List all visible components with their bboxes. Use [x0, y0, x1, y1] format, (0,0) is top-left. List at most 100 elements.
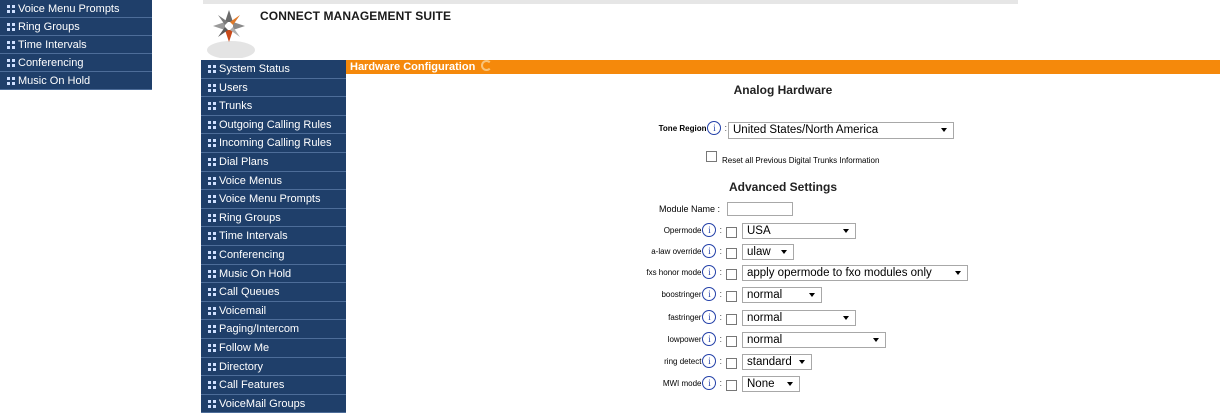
info-icon[interactable]: i [702, 244, 717, 258]
lowpower-checkbox[interactable] [726, 336, 737, 347]
reset-digital-trunks-checkbox[interactable] [706, 151, 717, 162]
fragment-item-label: Music On Hold [18, 75, 91, 87]
sidebar-item-label: Outgoing Calling Rules [219, 118, 332, 131]
grid-icon [7, 41, 15, 49]
brand-title: CONNECT MANAGEMENT SUITE [260, 9, 452, 23]
sidebar-item-music-on-hold[interactable]: Music On Hold [201, 264, 346, 284]
opermode-checkbox[interactable] [726, 227, 737, 238]
sidebar-item-system-status[interactable]: System Status [201, 60, 346, 79]
sidebar-item-conferencing[interactable]: Conferencing [201, 245, 346, 265]
grid-icon [208, 288, 216, 297]
colon: : [719, 311, 722, 322]
opermode-value: USA [747, 225, 771, 237]
sidebar-item-label: Music On Hold [219, 267, 292, 280]
sidebar-item-voicemail-groups[interactable]: VoiceMail Groups [201, 394, 346, 413]
fragment-item-ring-groups[interactable]: Ring Groups [0, 18, 152, 36]
sidebar-item-label: Ring Groups [219, 211, 281, 224]
sidebar-item-users[interactable]: Users [201, 78, 346, 98]
opermode-label: Opermode [663, 225, 702, 235]
ring-detect-checkbox[interactable] [726, 358, 737, 369]
mwi-mode-checkbox[interactable] [726, 380, 737, 391]
sidebar-item-directory[interactable]: Directory [201, 357, 346, 377]
grid-icon [208, 381, 216, 390]
grid-icon [208, 343, 216, 352]
info-icon[interactable]: i [707, 121, 722, 135]
sidebar-item-label: Time Intervals [219, 230, 288, 243]
mwi-mode-select[interactable]: None [742, 376, 800, 392]
sidebar-item-paging-intercom[interactable]: Paging/Intercom [201, 320, 346, 339]
sidebar-item-outgoing-calling-rules[interactable]: Outgoing Calling Rules [201, 115, 346, 135]
info-icon[interactable]: i [702, 354, 717, 368]
sidebar-item-trunks[interactable]: Trunks [201, 97, 346, 116]
boostringer-select[interactable]: normal [742, 287, 822, 303]
boostringer-value: normal [747, 289, 783, 301]
fragment-item-voice-menu-prompts[interactable]: Voice Menu Prompts [0, 0, 152, 18]
grid-icon [7, 23, 15, 31]
grid-icon [208, 120, 216, 129]
grid-icon [208, 195, 216, 204]
sidebar-item-voice-menus[interactable]: Voice Menus [201, 171, 346, 191]
a-law-override-select[interactable]: ulaw [742, 244, 794, 260]
section-header-bar: Hardware Configuration [346, 60, 1220, 74]
ring-detect-select[interactable]: standard [742, 354, 812, 370]
fastringer-select[interactable]: normal [742, 310, 856, 326]
sidebar-item-label: Follow Me [219, 341, 270, 354]
grid-icon [208, 102, 216, 111]
info-icon[interactable]: i [702, 310, 717, 324]
tone-region-label: Tone Region [658, 123, 707, 133]
sidebar-item-ring-groups[interactable]: Ring Groups [201, 208, 346, 228]
a-law-override-checkbox[interactable] [726, 248, 737, 259]
module-name-input[interactable] [727, 202, 793, 216]
fxs-honor-mode-checkbox[interactable] [726, 269, 737, 280]
sidebar-item-follow-me[interactable]: Follow Me [201, 338, 346, 358]
sidebar-item-dial-plans[interactable]: Dial Plans [201, 152, 346, 172]
section-title: Hardware Configuration [350, 61, 476, 73]
colon: : [719, 377, 722, 388]
colon: : [719, 224, 722, 235]
fragment-item-label: Time Intervals [18, 39, 87, 51]
sidebar-item-voicemail[interactable]: Voicemail [201, 301, 346, 321]
sidebar-nav: System Status Users Trunks Outgoing Call… [201, 60, 346, 413]
fxs-honor-mode-value: apply opermode to fxo modules only [747, 267, 932, 279]
boostringer-label-group: boostringer i: [546, 287, 722, 301]
fragment-item-time-intervals[interactable]: Time Intervals [0, 36, 152, 54]
sidebar-item-label: Call Features [219, 379, 285, 392]
fragment-item-conferencing[interactable]: Conferencing [0, 54, 152, 72]
sidebar-item-label: Incoming Calling Rules [219, 137, 332, 150]
fastringer-checkbox[interactable] [726, 314, 737, 325]
fastringer-label: fastringer [668, 312, 702, 322]
info-icon[interactable]: i [702, 223, 717, 237]
sidebar-item-time-intervals[interactable]: Time Intervals [201, 227, 346, 246]
ring-detect-label: ring detect [664, 356, 702, 366]
sidebar-item-call-queues[interactable]: Call Queues [201, 283, 346, 302]
tone-region-label-group: Tone Region i: [546, 121, 727, 135]
chevron-down-icon [809, 293, 815, 297]
refresh-icon[interactable] [481, 60, 493, 71]
fragment-item-label: Voice Menu Prompts [18, 3, 120, 15]
hardware-config-panel: Analog Hardware Tone Region i: United Sta… [346, 74, 1220, 408]
fragment-item-music-on-hold[interactable]: Music On Hold [0, 72, 152, 90]
sidebar-item-label: Dial Plans [219, 155, 269, 168]
grid-icon [208, 306, 216, 315]
info-icon[interactable]: i [702, 265, 717, 279]
boostringer-checkbox[interactable] [726, 291, 737, 302]
fxs-honor-mode-select[interactable]: apply opermode to fxo modules only [742, 265, 968, 281]
chevron-down-icon [787, 382, 793, 386]
fastringer-label-group: fastringer i: [546, 310, 722, 324]
sidebar-item-incoming-calling-rules[interactable]: Incoming Calling Rules [201, 134, 346, 153]
tone-region-select[interactable]: United States/North America [728, 122, 954, 139]
info-icon[interactable]: i [702, 332, 717, 346]
info-icon[interactable]: i [702, 376, 717, 390]
lowpower-select[interactable]: normal [742, 332, 886, 348]
analog-hardware-heading: Analog Hardware [733, 83, 833, 97]
partial-menu-fragment: Voice Menu Prompts Ring Groups Time Inte… [0, 0, 152, 90]
lowpower-value: normal [747, 334, 783, 346]
info-icon[interactable]: i [702, 287, 717, 301]
sidebar-item-call-features[interactable]: Call Features [201, 376, 346, 395]
grid-icon [208, 176, 216, 185]
chevron-down-icon [873, 338, 879, 342]
advanced-settings-heading: Advanced Settings [728, 180, 838, 194]
sidebar-item-voice-menu-prompts[interactable]: Voice Menu Prompts [201, 190, 346, 209]
sidebar-item-label: Voice Menus [219, 174, 282, 187]
opermode-select[interactable]: USA [742, 223, 856, 239]
